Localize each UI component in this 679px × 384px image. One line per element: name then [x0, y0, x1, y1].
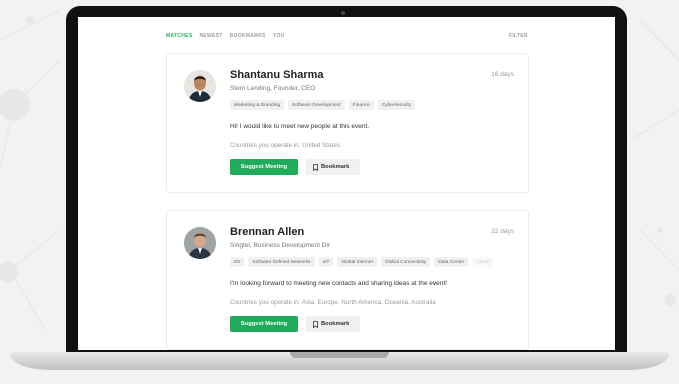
interest-tags: 5G Software Defined Networks IoT Global …: [230, 257, 520, 267]
interest-tag: Global Connectivity: [380, 257, 431, 267]
profile-name[interactable]: Brennan Allen: [230, 226, 304, 238]
interest-tag: Software Development: [288, 100, 345, 110]
avatar[interactable]: [184, 70, 216, 102]
suggest-meeting-button[interactable]: Suggest Meeting: [230, 316, 298, 332]
profile-card: Brennan Allen Singtel, Business Developm…: [166, 210, 529, 350]
avatar-photo-icon: [184, 227, 216, 259]
laptop-notch: [290, 352, 389, 358]
bookmark-label: Bookmark: [321, 321, 350, 327]
suggest-meeting-button[interactable]: Suggest Meeting: [230, 159, 298, 175]
webcam: [341, 11, 345, 15]
tab-newest[interactable]: NEWEST: [199, 33, 222, 39]
profile-name[interactable]: Shantanu Sharma: [230, 69, 324, 81]
profile-message: Hi! I would like to meet new people at t…: [230, 123, 370, 130]
interest-tag: Data Center: [434, 257, 469, 267]
tab-bookmarks[interactable]: BOOKMARKS: [230, 33, 266, 39]
profile-age: 22 days: [491, 228, 514, 235]
profile-message: I'm looking forward to meeting new conta…: [230, 280, 447, 287]
bookmark-button[interactable]: Bookmark: [306, 159, 360, 175]
profile-company-title: Singtel, Business Development Dir: [230, 242, 331, 249]
profile-card: Shantanu Sharma Stem Lending, Founder, C…: [166, 53, 529, 193]
laptop-screen: MATCHES NEWEST BOOKMARKS YOU FILTER Shan…: [78, 17, 615, 350]
interest-tag: Marketing & Branding: [230, 100, 285, 110]
interest-tag: Cybersecurity: [377, 100, 416, 110]
profile-age: 16 days: [491, 71, 514, 78]
bookmark-label: Bookmark: [321, 164, 350, 170]
profile-company-title: Stem Lending, Founder, CEO: [230, 85, 316, 92]
bookmark-icon: [313, 320, 318, 328]
avatar-photo-icon: [184, 70, 216, 102]
interest-tag: 5G: [230, 257, 245, 267]
interest-tags: Marketing & Branding Software Developmen…: [230, 100, 520, 110]
profile-countries: Countries you operate in: Asia, Europe, …: [230, 299, 436, 306]
tab-matches[interactable]: MATCHES: [166, 33, 192, 39]
card-actions: Suggest Meeting Bookmark: [230, 316, 360, 332]
card-actions: Suggest Meeting Bookmark: [230, 159, 360, 175]
avatar[interactable]: [184, 227, 216, 259]
filter-button[interactable]: FILTER: [509, 33, 528, 39]
bookmark-icon: [313, 163, 318, 171]
match-tabs: MATCHES NEWEST BOOKMARKS YOU: [166, 33, 284, 39]
interest-tag: Software Defined Networks: [248, 257, 315, 267]
interest-tag: IoT: [318, 257, 334, 267]
bookmark-button[interactable]: Bookmark: [306, 316, 360, 332]
interest-tag: Cloud: [472, 257, 493, 267]
profile-countries: Countries you operate in: United States: [230, 142, 340, 149]
interest-tag: Global Internet: [337, 257, 377, 267]
interest-tag: Finance: [348, 100, 374, 110]
tab-you[interactable]: YOU: [273, 33, 285, 39]
